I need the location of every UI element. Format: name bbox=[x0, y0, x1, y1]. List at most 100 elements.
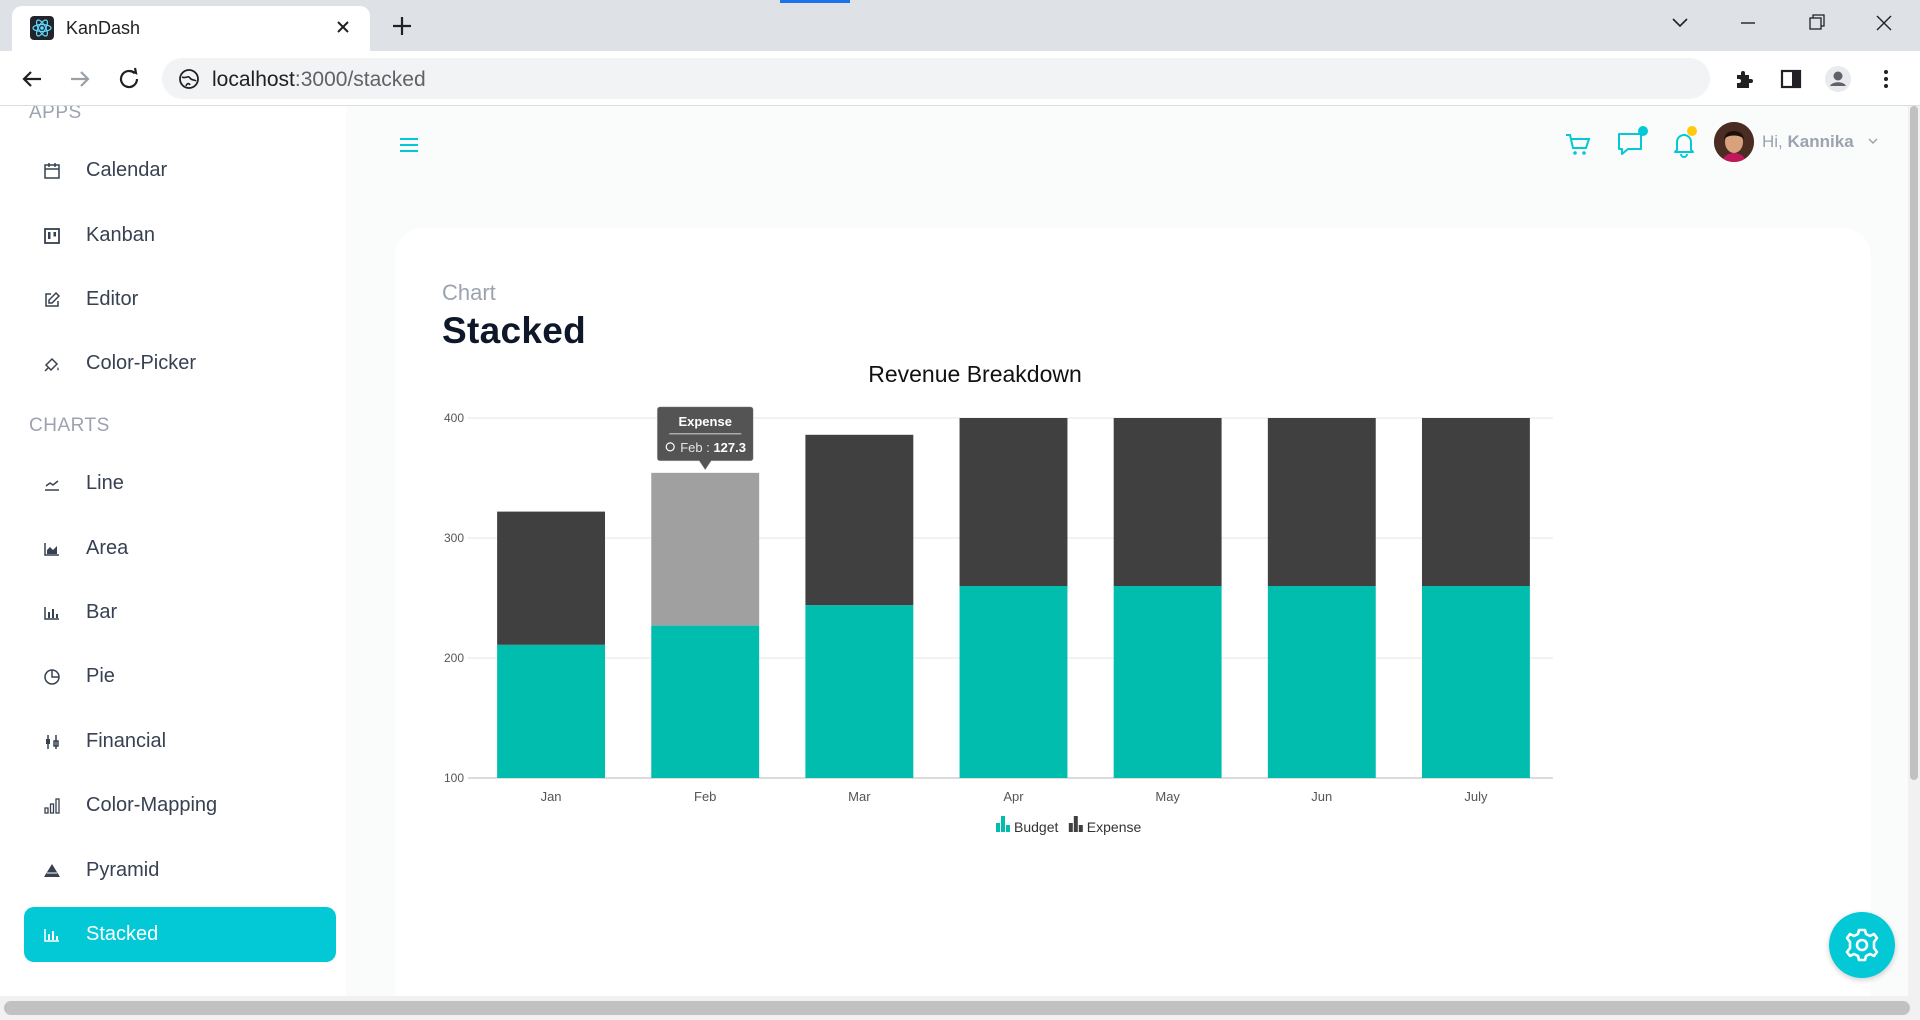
x-tick-label: May bbox=[1155, 789, 1180, 804]
sidebar-item-color-picker[interactable]: Color-Picker bbox=[24, 336, 336, 391]
bar-expense-apr[interactable] bbox=[959, 418, 1068, 586]
new-tab-icon[interactable] bbox=[386, 10, 418, 42]
browser-tabstrip: KanDash bbox=[0, 0, 1920, 51]
legend-item-budget[interactable]: Budget bbox=[996, 816, 1058, 835]
forward-arrow-icon[interactable] bbox=[64, 63, 96, 95]
bar-expense-jan[interactable] bbox=[497, 511, 606, 645]
line-chart-icon bbox=[42, 474, 62, 494]
x-tick-label: Mar bbox=[848, 789, 871, 804]
bar-expense-mar[interactable] bbox=[805, 434, 914, 606]
stacked-chart[interactable]: Revenue Breakdown 100 200 300 400 Jan Feb Mar… bbox=[420, 343, 1850, 958]
loading-indicator bbox=[780, 0, 850, 3]
profile-icon[interactable] bbox=[1822, 63, 1854, 95]
bar-budget-jan[interactable] bbox=[497, 644, 606, 778]
extensions-icon[interactable] bbox=[1728, 63, 1760, 95]
x-tick-label: Feb bbox=[694, 789, 716, 804]
sidebar-item-label: Kanban bbox=[86, 224, 155, 246]
browser-menu-icon[interactable] bbox=[1870, 63, 1902, 95]
horizontal-scrollbar-thumb[interactable] bbox=[4, 1001, 1910, 1015]
back-arrow-icon[interactable] bbox=[16, 63, 48, 95]
user-name: Kannika bbox=[1787, 132, 1854, 151]
sidebar-item-kanban[interactable]: Kanban bbox=[24, 208, 336, 263]
y-tick-label: 400 bbox=[444, 411, 464, 425]
bar-budget-may[interactable] bbox=[1113, 586, 1222, 778]
chart-tooltip: Expense Feb : 127.3 bbox=[656, 406, 754, 471]
url-text[interactable]: localhost:3000/stacked bbox=[212, 68, 426, 92]
sidebar-item-label: Editor bbox=[86, 288, 139, 310]
sidebar-item-label: Pyramid bbox=[86, 859, 160, 881]
bar-expense-jun[interactable] bbox=[1267, 418, 1376, 586]
sidebar-item-line[interactable]: Line bbox=[24, 456, 336, 511]
vertical-scrollbar-thumb[interactable] bbox=[1910, 106, 1918, 780]
sidebar-item-label: Line bbox=[86, 472, 124, 494]
horizontal-scrollbar[interactable] bbox=[0, 996, 1920, 1020]
tab-search-icon[interactable] bbox=[1662, 8, 1698, 38]
financial-icon bbox=[42, 732, 62, 752]
url-path: :3000/stacked bbox=[294, 68, 426, 91]
user-greeting[interactable]: Hi, Kannika bbox=[1762, 132, 1854, 152]
tooltip-header: Expense bbox=[678, 414, 731, 429]
chevron-down-icon[interactable] bbox=[1866, 134, 1880, 148]
sidebar-item-area[interactable]: Area bbox=[24, 521, 336, 576]
bar-expense-feb[interactable] bbox=[651, 472, 760, 626]
minimize-icon[interactable] bbox=[1730, 8, 1766, 38]
bar-budget-feb[interactable] bbox=[651, 625, 760, 778]
bar-budget-apr[interactable] bbox=[959, 586, 1068, 778]
sidebar-item-stacked[interactable]: Stacked bbox=[24, 907, 336, 962]
settings-button[interactable] bbox=[1829, 912, 1895, 978]
chart-legend: Budget Expense bbox=[996, 816, 1141, 835]
close-tab-icon[interactable] bbox=[330, 14, 356, 40]
sidebar-item-label: Financial bbox=[86, 730, 167, 752]
sidebar-item-color-mapping[interactable]: Color-Mapping bbox=[24, 778, 336, 833]
kanban-icon bbox=[42, 226, 62, 246]
tooltip-text: Feb : 127.3 bbox=[680, 440, 746, 455]
sidebar-item-financial[interactable]: Financial bbox=[24, 714, 336, 769]
notification-dot bbox=[1687, 126, 1697, 136]
sidebar-item-bar[interactable]: Bar bbox=[24, 585, 336, 640]
vertical-scrollbar[interactable] bbox=[1908, 106, 1920, 996]
greeting-text: Hi, bbox=[1762, 132, 1783, 151]
x-tick-label: Apr bbox=[1003, 789, 1024, 804]
sidebar-item-label: Bar bbox=[86, 601, 118, 623]
sidebar-item-editor[interactable]: Editor bbox=[24, 272, 336, 327]
cart-icon[interactable] bbox=[1562, 128, 1594, 160]
sidebar-item-label: Color-Picker bbox=[86, 352, 197, 374]
address-bar[interactable]: localhost:3000/stacked bbox=[162, 58, 1710, 99]
menu-toggle-icon[interactable] bbox=[396, 134, 422, 156]
sidebar-item-pie[interactable]: Pie bbox=[24, 649, 336, 704]
sidebar-item-calendar[interactable]: Calendar bbox=[24, 143, 336, 198]
legend-label: Expense bbox=[1087, 819, 1142, 835]
chart-title: Revenue Breakdown bbox=[868, 361, 1082, 387]
site-info-icon[interactable] bbox=[178, 68, 200, 90]
calendar-icon bbox=[42, 161, 62, 181]
reload-icon[interactable] bbox=[113, 63, 145, 95]
legend-item-expense[interactable]: Expense bbox=[1068, 816, 1142, 835]
y-tick-label: 100 bbox=[444, 771, 464, 785]
react-logo-icon bbox=[30, 16, 54, 40]
close-window-icon[interactable] bbox=[1866, 8, 1902, 38]
sidebar-item-label: Pie bbox=[86, 665, 115, 687]
bar-budget-jun[interactable] bbox=[1267, 586, 1376, 778]
bar-chart-icon bbox=[42, 603, 62, 623]
chart-card: Chart Stacked Revenue Breakdown 100 200 30… bbox=[395, 228, 1871, 1018]
x-tick-label: Jan bbox=[541, 789, 562, 804]
pyramid-icon bbox=[42, 861, 62, 881]
stacked-icon bbox=[42, 925, 62, 945]
browser-tab[interactable]: KanDash bbox=[12, 6, 370, 51]
x-tick-label: July bbox=[1464, 789, 1488, 804]
side-panel-icon[interactable] bbox=[1775, 63, 1807, 95]
edit-icon bbox=[42, 290, 62, 310]
x-tick-label: Jun bbox=[1311, 789, 1332, 804]
bar-budget-mar[interactable] bbox=[805, 605, 914, 778]
sidebar-item-pyramid[interactable]: Pyramid bbox=[24, 843, 336, 898]
avatar[interactable] bbox=[1714, 122, 1754, 162]
bar-budget-july[interactable] bbox=[1421, 586, 1530, 778]
bar-expense-july[interactable] bbox=[1421, 418, 1530, 586]
restore-icon[interactable] bbox=[1798, 8, 1834, 38]
tab-title: KanDash bbox=[66, 18, 141, 38]
color-picker-icon bbox=[42, 354, 62, 374]
sidebar-item-label: Color-Mapping bbox=[86, 794, 218, 816]
color-mapping-icon bbox=[42, 796, 62, 816]
sidebar-item-label: Calendar bbox=[86, 159, 168, 181]
bar-expense-may[interactable] bbox=[1113, 418, 1222, 586]
